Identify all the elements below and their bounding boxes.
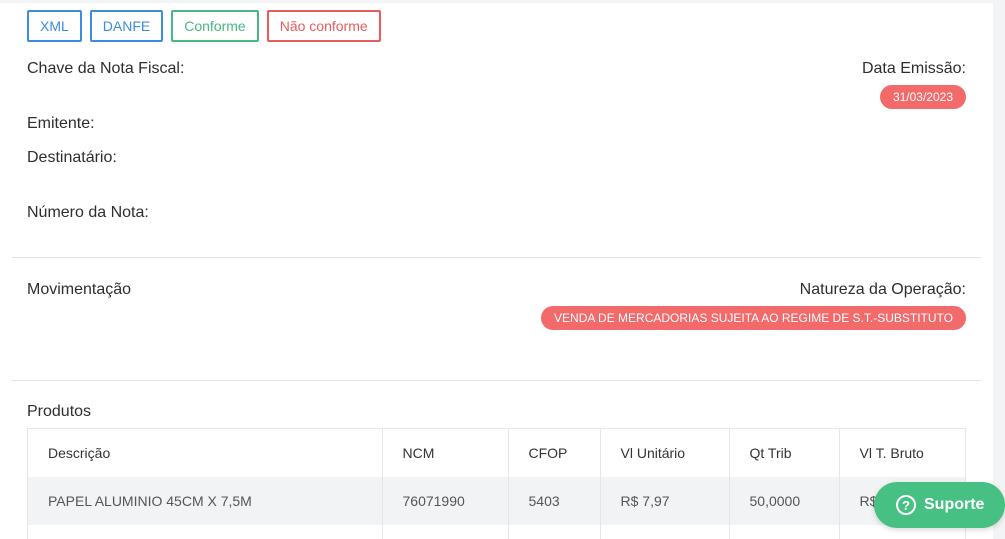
destinatario-label: Destinatário: bbox=[27, 149, 117, 166]
danfe-button[interactable]: DANFE bbox=[89, 10, 164, 42]
cell-empty bbox=[28, 525, 383, 539]
cell-descricao: PAPEL ALUMINIO 45CM X 7,5M bbox=[28, 477, 383, 525]
nao-conforme-button[interactable]: Não conforme bbox=[266, 10, 381, 42]
xml-button[interactable]: XML bbox=[27, 10, 82, 42]
col-header-ncm[interactable]: NCM bbox=[382, 429, 509, 477]
question-circle-icon: ? bbox=[896, 495, 916, 515]
top-strip bbox=[0, 0, 1005, 3]
cell-empty bbox=[382, 525, 509, 539]
cell-ncm: 76071990 bbox=[382, 477, 509, 525]
produtos-title: Produtos bbox=[27, 403, 92, 420]
cell-vl-unitario: R$ 7,97 bbox=[600, 477, 730, 525]
emitente-label: Emitente: bbox=[27, 115, 95, 132]
table-row bbox=[28, 525, 965, 539]
movimentacao-title: Movimentação bbox=[27, 281, 132, 298]
numero-nota-label: Número da Nota: bbox=[27, 204, 149, 221]
data-emissao-label: Data Emissão: bbox=[861, 60, 966, 77]
chave-label: Chave da Nota Fiscal: bbox=[27, 60, 185, 77]
col-header-cfop[interactable]: CFOP bbox=[508, 429, 601, 477]
col-header-qt-trib[interactable]: Qt Trib bbox=[729, 429, 840, 477]
natureza-operacao-badge: VENDA DE MERCADORIAS SUJEITA AO REGIME D… bbox=[541, 306, 966, 330]
scroll-gutter bbox=[993, 0, 1005, 539]
table-row[interactable]: PAPEL ALUMINIO 45CM X 7,5M 76071990 5403… bbox=[28, 477, 965, 525]
support-button[interactable]: ? Suporte bbox=[874, 482, 1005, 528]
data-emissao-badge: 31/03/2023 bbox=[879, 85, 966, 109]
table-header-row: Descrição NCM CFOP Vl Unitário Qt Trib V… bbox=[28, 429, 965, 477]
produtos-table: Descrição NCM CFOP Vl Unitário Qt Trib V… bbox=[27, 428, 966, 539]
support-label: Suporte bbox=[924, 496, 985, 513]
col-header-vl-bruto[interactable]: Vl T. Bruto bbox=[839, 429, 965, 477]
section-divider bbox=[12, 257, 981, 258]
cell-empty bbox=[600, 525, 730, 539]
action-buttons: XML DANFE Conforme Não conforme bbox=[27, 10, 381, 42]
col-header-descricao[interactable]: Descrição bbox=[28, 429, 383, 477]
cell-qt-trib: 50,0000 bbox=[729, 477, 840, 525]
natureza-operacao-label: Natureza da Operação: bbox=[799, 281, 966, 298]
cell-cfop: 5403 bbox=[508, 477, 601, 525]
section-divider bbox=[12, 380, 981, 381]
col-header-vl-unitario[interactable]: Vl Unitário bbox=[600, 429, 730, 477]
cell-empty bbox=[729, 525, 840, 539]
cell-empty bbox=[508, 525, 601, 539]
conforme-button[interactable]: Conforme bbox=[171, 10, 259, 42]
